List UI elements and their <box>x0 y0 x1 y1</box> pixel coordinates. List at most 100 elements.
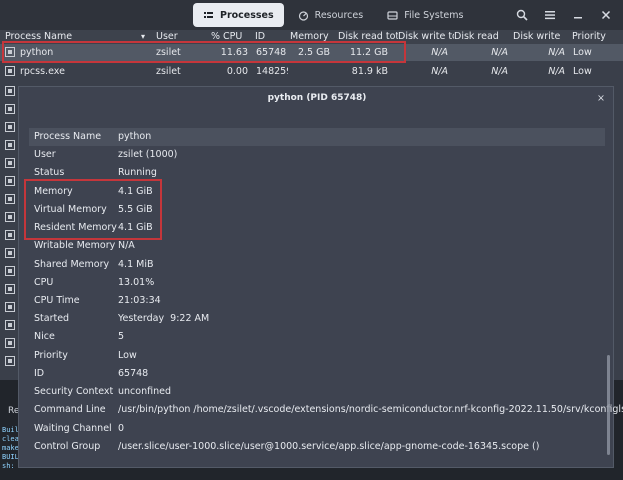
property-row-started: Started Yesterday 9:22 AM <box>29 310 605 328</box>
property-row-command-line: Command Line /usr/bin/python /home/zsile… <box>29 401 623 419</box>
tab-processes[interactable]: Processes <box>193 3 284 27</box>
terminal-line: sh: <box>2 462 15 470</box>
property-label: Started <box>34 313 70 324</box>
property-value: 65748 <box>118 368 149 379</box>
search-icon[interactable] <box>513 6 531 24</box>
process-priority: Low <box>573 47 592 58</box>
terminal-line: make <box>2 444 19 452</box>
process-icon <box>5 356 15 366</box>
terminal-line: Buil <box>2 426 19 434</box>
process-disk-write: N/A <box>548 47 565 58</box>
process-disk-write-total: N/A <box>431 66 448 77</box>
property-row-cpu-time: CPU Time 21:03:34 <box>29 292 605 310</box>
property-row-shared-memory: Shared Memory 4.1 MiB <box>29 256 605 274</box>
property-label: Nice <box>34 331 55 342</box>
property-label: Security Context <box>34 386 114 397</box>
property-row-waiting-channel: Waiting Channel 0 <box>29 420 605 438</box>
column-priority[interactable]: Priority <box>572 30 620 44</box>
process-icon <box>5 176 15 186</box>
property-label: Command Line <box>34 404 106 415</box>
property-value: /user.slice/user-1000.slice/user@1000.se… <box>118 441 540 452</box>
background-process-icons <box>0 86 18 386</box>
process-icon <box>5 248 15 258</box>
property-label: CPU Time <box>34 295 80 306</box>
dialog-close-icon[interactable]: × <box>594 92 608 106</box>
property-value: unconfined <box>118 386 171 397</box>
table-row[interactable]: rpcss.exe zsilet 0.00 148259 81.9 kB N/A… <box>0 63 623 80</box>
process-properties-dialog: python (PID 65748) × Process Name python… <box>18 86 623 468</box>
property-value: Yesterday 9:22 AM <box>118 313 210 324</box>
dialog-title: python (PID 65748) <box>267 93 367 103</box>
column-disk-read[interactable]: Disk read <box>454 30 502 44</box>
process-id: 148259 <box>256 66 288 77</box>
property-value: Low <box>118 350 137 361</box>
dialog-scrollbar[interactable] <box>607 355 610 455</box>
process-icon <box>5 194 15 204</box>
tab-file-systems-label: File Systems <box>404 9 464 21</box>
process-memory <box>290 63 330 80</box>
terminal-line: clea <box>2 435 19 443</box>
property-value: 21:03:34 <box>118 295 161 306</box>
processes-icon <box>203 10 214 21</box>
minimize-icon[interactable] <box>569 6 587 24</box>
process-disk-read: N/A <box>491 47 508 58</box>
annotation-highlight-memory-properties <box>24 179 162 240</box>
process-icon <box>5 66 15 76</box>
process-disk-read: N/A <box>491 66 508 77</box>
process-icon <box>5 320 15 330</box>
close-icon[interactable] <box>597 6 615 24</box>
process-icon <box>5 212 15 222</box>
property-label: Waiting Channel <box>34 423 112 434</box>
process-icon <box>5 122 15 132</box>
property-label: Shared Memory <box>34 259 110 270</box>
view-switcher: Processes Resources File Systems <box>193 3 473 27</box>
process-icon <box>5 302 15 312</box>
process-icon <box>5 266 15 276</box>
property-value: python <box>118 131 152 142</box>
property-value: /usr/bin/python /home/zsilet/.vscode/ext… <box>118 404 623 415</box>
property-value: zsilet (1000) <box>118 149 178 160</box>
property-label: ID <box>34 368 45 379</box>
property-label: Control Group <box>34 441 101 452</box>
property-row-control-group: Control Group /user.slice/user-1000.slic… <box>29 438 605 456</box>
property-label: Process Name <box>34 131 102 142</box>
process-disk-write: N/A <box>548 66 565 77</box>
process-user: zsilet <box>156 66 181 77</box>
header-bar: Processes Resources File Systems <box>0 0 623 30</box>
property-value: 0 <box>118 423 125 434</box>
property-row-priority: Priority Low <box>29 347 605 365</box>
tab-processes-label: Processes <box>220 9 274 21</box>
terminal-line: BUIL <box>2 453 19 461</box>
property-row-id: ID 65748 <box>29 365 605 383</box>
property-row-process-name: Process Name python <box>29 128 605 146</box>
column-disk-write[interactable]: Disk write <box>513 30 561 44</box>
tab-file-systems[interactable]: File Systems <box>377 3 473 27</box>
properties-list: Process Name python User zsilet (1000) S… <box>29 128 623 458</box>
property-row-nice: Nice 5 <box>29 328 605 346</box>
tab-resources[interactable]: Resources <box>288 3 374 27</box>
property-label: Priority <box>34 350 68 361</box>
process-cpu: 0.00 <box>226 66 248 77</box>
property-value: 5 <box>118 331 125 342</box>
column-disk-write-total[interactable]: Disk write to <box>398 30 454 44</box>
process-icon <box>5 284 15 294</box>
process-icon <box>5 230 15 240</box>
property-row-security-context: Security Context unconfined <box>29 383 605 401</box>
process-icon <box>5 158 15 168</box>
window-controls <box>513 6 615 24</box>
process-priority: Low <box>573 66 592 77</box>
menu-icon[interactable] <box>541 6 559 24</box>
process-icon <box>5 140 15 150</box>
annotation-highlight-process-row <box>2 41 406 63</box>
resources-icon <box>298 10 309 21</box>
property-row-cpu: CPU 13.01% <box>29 274 605 292</box>
property-label: User <box>34 149 56 160</box>
property-row-user: User zsilet (1000) <box>29 146 605 164</box>
process-disk-read-total: 81.9 kB <box>351 66 388 77</box>
property-value: 4.1 MiB <box>118 259 154 270</box>
tab-resources-label: Resources <box>314 9 364 21</box>
filesystems-icon <box>387 10 398 21</box>
property-value: 13.01% <box>118 277 155 288</box>
process-icon <box>5 338 15 348</box>
process-icon <box>5 104 15 114</box>
